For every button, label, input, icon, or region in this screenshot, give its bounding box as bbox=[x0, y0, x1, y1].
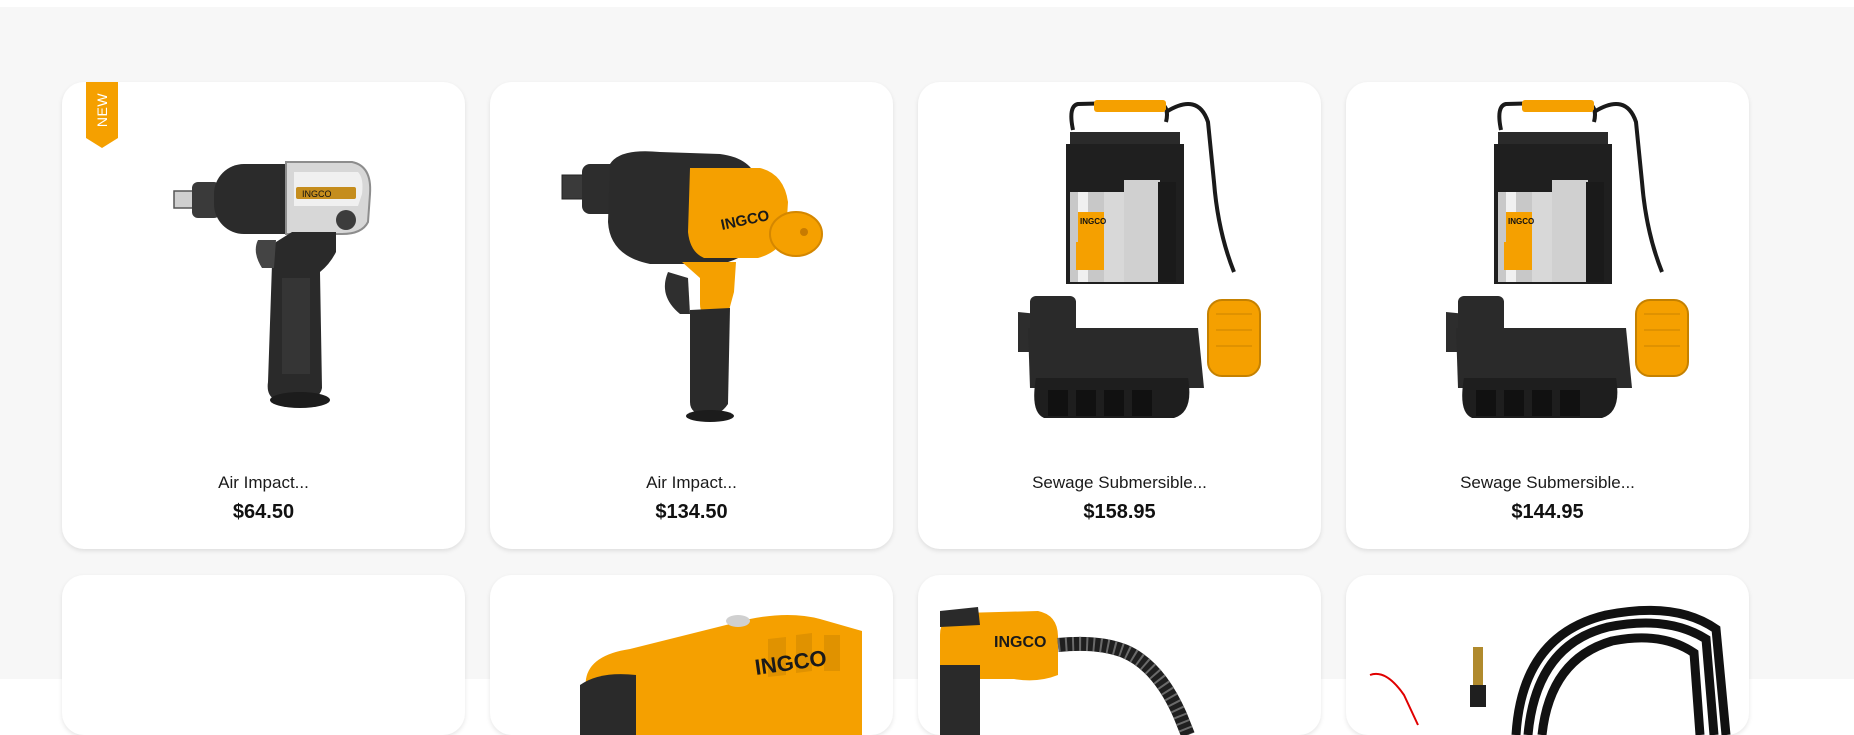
product-name[interactable]: Air Impact... bbox=[62, 473, 465, 493]
air-impact-wrench-orange-image: INGCO bbox=[561, 151, 823, 422]
blank-product-image bbox=[62, 575, 465, 735]
product-card[interactable] bbox=[1346, 575, 1749, 735]
sewage-pump-image: INGCO bbox=[1446, 99, 1689, 418]
image-logo: INGCO bbox=[994, 634, 1046, 651]
product-name[interactable]: Sewage Submersible... bbox=[1346, 473, 1749, 493]
sewage-pump-image: INGCO bbox=[1018, 99, 1261, 418]
spray-gun-hose-image: INGCO bbox=[940, 607, 1195, 735]
image-logo: INGCO bbox=[1508, 217, 1534, 226]
image-logo: INGCO bbox=[302, 189, 332, 199]
product-card[interactable]: INGCO Air Impact... $134.50 bbox=[490, 82, 893, 549]
product-card[interactable]: INGCO NEW Air Impact... $64.50 bbox=[62, 82, 465, 549]
product-card[interactable]: INGCO bbox=[918, 575, 1321, 735]
product-price: $64.50 bbox=[232, 501, 295, 523]
product-card[interactable] bbox=[62, 575, 465, 735]
orange-power-tool-image: INGCO bbox=[580, 615, 862, 735]
product-name[interactable]: Sewage Submersible... bbox=[918, 473, 1321, 493]
product-price: $144.95 bbox=[1511, 501, 1584, 523]
product-card[interactable]: INGCO Sewage Submersible... $158.95 bbox=[918, 82, 1321, 549]
product-card[interactable]: INGCO bbox=[490, 575, 893, 735]
new-badge: NEW bbox=[86, 82, 118, 148]
product-price: $134.50 bbox=[655, 501, 728, 523]
product-card[interactable]: INGCO Sewage Submersible... $144.95 bbox=[1346, 82, 1749, 549]
coiled-hose-image bbox=[1369, 605, 1731, 735]
product-name[interactable]: Air Impact... bbox=[490, 473, 893, 493]
image-logo: INGCO bbox=[1080, 217, 1106, 226]
new-badge-label: NEW bbox=[94, 92, 111, 128]
product-price: $158.95 bbox=[1083, 501, 1156, 523]
air-impact-wrench-silver-image: INGCO bbox=[173, 161, 372, 408]
